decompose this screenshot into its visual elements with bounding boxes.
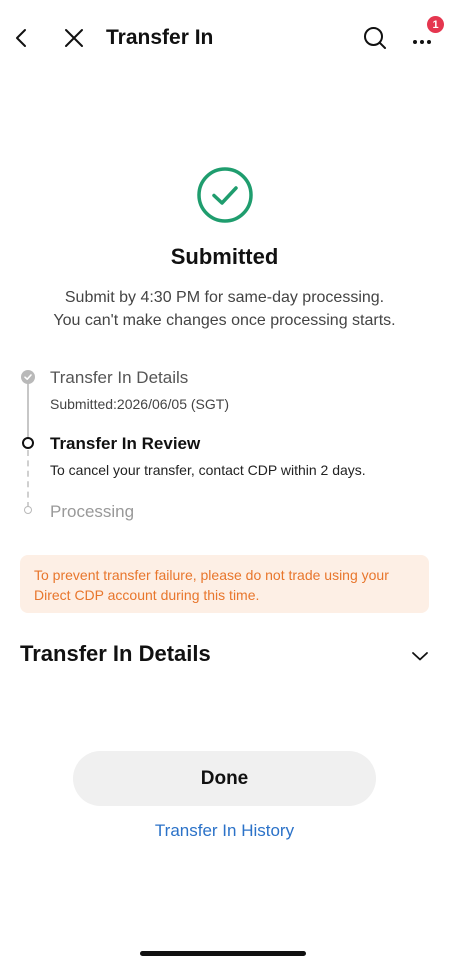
status-description-line1: Submit by 4:30 PM for same-day processin… <box>64 289 385 306</box>
status-description-line2: You can't make changes once processing s… <box>53 312 396 329</box>
step-subtitle-details: Submitted:2026/06/05 (SGT) <box>50 396 229 412</box>
done-button[interactable]: Done <box>73 751 376 806</box>
step-title-processing: Processing <box>50 502 135 521</box>
timeline-connector-done <box>27 377 29 437</box>
back-button[interactable] <box>6 22 38 54</box>
step-active-icon <box>22 437 34 449</box>
transfer-history-link[interactable]: Transfer In History <box>0 821 449 841</box>
back-icon <box>16 29 26 47</box>
close-button[interactable] <box>58 22 90 54</box>
step-title-details: Transfer In Details <box>50 368 189 387</box>
check-circle-icon <box>197 167 253 223</box>
details-section-title[interactable]: Transfer In Details <box>20 641 211 667</box>
status-description: Submit by 4:30 PM for same-day processin… <box>20 286 429 332</box>
search-icon <box>364 27 386 49</box>
timeline-connector-pending <box>27 450 29 508</box>
step-done-icon <box>21 370 35 384</box>
step-subtitle-review: To cancel your transfer, contact CDP wit… <box>50 462 366 478</box>
progress-timeline: Transfer In Details Submitted:2026/06/05… <box>0 360 449 530</box>
search-button[interactable] <box>359 22 391 54</box>
top-bar: Transfer In 1 <box>0 0 449 78</box>
step-title-review: Transfer In Review <box>50 434 201 453</box>
warning-notice: To prevent transfer failure, please do n… <box>20 555 429 613</box>
success-status <box>196 166 254 224</box>
home-indicator[interactable] <box>140 951 306 956</box>
status-title: Submitted <box>170 244 279 269</box>
close-icon <box>65 29 83 47</box>
chevron-down-icon <box>412 652 428 661</box>
page-title: Transfer In <box>106 26 214 49</box>
details-expand-toggle[interactable] <box>406 644 434 668</box>
step-pending-icon <box>24 506 32 514</box>
notification-badge: 1 <box>427 16 444 33</box>
